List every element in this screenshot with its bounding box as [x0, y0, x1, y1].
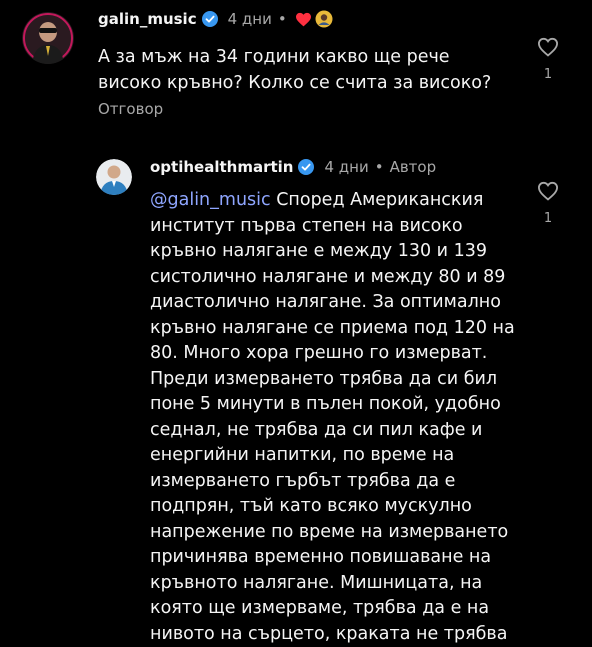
comment-text: @galin_music Според Американския институ…	[150, 188, 530, 647]
heart-outline-icon[interactable]	[537, 37, 559, 61]
verified-icon	[298, 159, 315, 175]
verified-icon	[201, 11, 218, 27]
red-heart-icon	[295, 12, 312, 27]
like-control: 1	[532, 37, 564, 82]
timestamp: 4 дни	[227, 10, 272, 28]
comment-text: А за мъж на 34 години какво ще рече висо…	[98, 47, 492, 93]
like-count: 1	[543, 67, 553, 82]
author-badge: Автор	[389, 158, 437, 176]
separator-dot: •	[374, 158, 384, 176]
like-control: 1	[532, 181, 564, 226]
timestamp: 4 дни	[324, 158, 369, 176]
username[interactable]: optihealthmartin	[150, 158, 293, 176]
comment-text-body: Според Американския институт първа степе…	[150, 190, 515, 644]
avatar-reaction-icon	[315, 10, 333, 28]
mention-link[interactable]: @galin_music	[150, 190, 271, 210]
avatar[interactable]	[22, 12, 74, 64]
heart-outline-icon[interactable]	[537, 181, 559, 205]
avatar[interactable]	[96, 159, 132, 195]
username[interactable]: galin_music	[98, 10, 197, 28]
reply-button[interactable]: Отговор	[98, 100, 163, 118]
like-count: 1	[543, 211, 553, 226]
separator-dot: •	[277, 10, 287, 28]
